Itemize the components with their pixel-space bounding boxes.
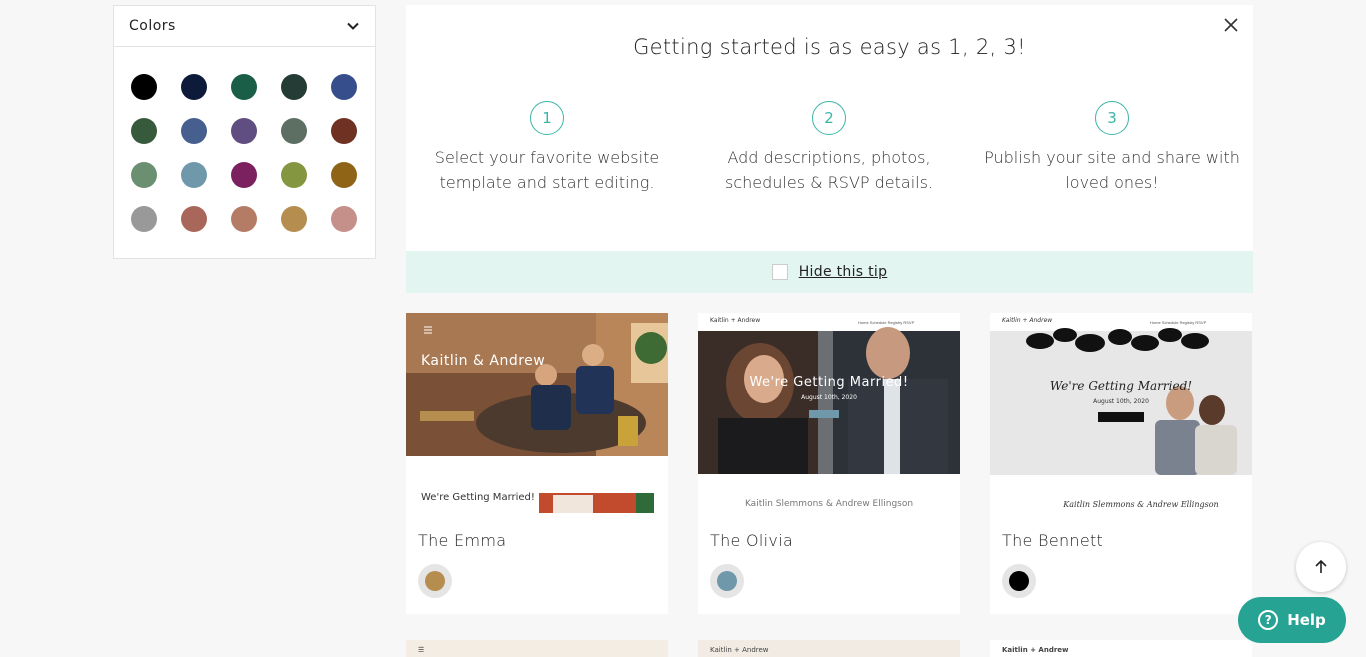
template-brand: Kaitlin + Andrew <box>1002 317 1053 324</box>
close-icon[interactable] <box>1223 17 1239 33</box>
question-icon: ? <box>1258 610 1279 630</box>
step-number: 2 <box>812 101 846 135</box>
template-name[interactable]: The Emma <box>418 531 506 550</box>
hide-tip-checkbox[interactable] <box>771 264 788 280</box>
svg-text:Home Schedule Registry RSVP: Home Schedule Registry RSVP <box>858 320 915 325</box>
hide-tip-link[interactable]: Hide this tip <box>799 264 888 280</box>
color-swatch[interactable] <box>181 74 207 100</box>
color-swatch[interactable] <box>331 74 357 100</box>
menu-icon: ☰ <box>418 646 425 654</box>
template-preview[interactable]: Home Schedule Registry RSVP Kaitlin + An… <box>990 313 1252 513</box>
step-3: 3 Publish your site and share with loved… <box>982 101 1242 195</box>
getting-started-tip: Getting started is as easy as 1, 2, 3! 1… <box>406 5 1253 293</box>
color-swatch[interactable] <box>131 74 157 100</box>
step-text-line: Publish your site and share with <box>984 148 1240 167</box>
step-text: Select your favorite website template an… <box>417 145 677 195</box>
color-swatch[interactable] <box>281 162 307 188</box>
step-number: 3 <box>1095 101 1129 135</box>
color-swatch[interactable] <box>231 118 257 144</box>
help-button[interactable]: ? Help <box>1238 597 1346 643</box>
template-card-next[interactable]: ☰ <box>406 640 668 657</box>
template-preview-header: Kaitlin + Andrew <box>990 640 1252 657</box>
template-card-bennett[interactable]: Home Schedule Registry RSVP Kaitlin + An… <box>990 313 1252 614</box>
color-swatches <box>114 47 375 232</box>
color-swatch[interactable] <box>181 206 207 232</box>
step-1: 1 Select your favorite website template … <box>417 101 677 195</box>
template-date: August 10th, 2020 <box>801 394 857 401</box>
step-text-line: loved ones! <box>1065 173 1159 192</box>
step-text-line: Select your favorite website <box>434 148 660 167</box>
color-swatch[interactable] <box>281 118 307 144</box>
template-preview[interactable]: Home Schedule Registry RSVP Kaitlin + An… <box>698 313 960 513</box>
back-to-top-button[interactable] <box>1296 542 1346 592</box>
color-swatch[interactable] <box>131 118 157 144</box>
color-swatch[interactable] <box>181 162 207 188</box>
template-color-option[interactable] <box>1002 564 1036 598</box>
template-couple-name: Kaitlin Slemmons & Andrew Ellingson <box>1063 500 1219 509</box>
template-couple-name: Kaitlin Slemmons & Andrew Ellingson <box>744 499 914 509</box>
template-preview-header: ☰ <box>406 640 668 657</box>
color-swatch[interactable] <box>331 118 357 144</box>
template-brand: Kaitlin + Andrew <box>710 317 761 324</box>
template-name[interactable]: The Bennett <box>1002 531 1103 550</box>
template-preview-image: Home Schedule Registry RSVP <box>698 313 960 513</box>
tip-title: Getting started is as easy as 1, 2, 3! <box>633 35 1026 59</box>
template-couple-name: Kaitlin & Andrew <box>421 353 546 369</box>
hide-tip-bar: Hide this tip <box>406 251 1253 293</box>
arrow-up-icon <box>1315 559 1327 573</box>
color-swatch[interactable] <box>331 206 357 232</box>
color-swatch[interactable] <box>181 118 207 144</box>
template-date: August 10th, 2020 <box>1093 398 1149 405</box>
template-headline: We're Getting Married! <box>1049 379 1193 393</box>
step-text: Add descriptions, photos, schedules & RS… <box>699 145 959 195</box>
color-swatch[interactable] <box>331 162 357 188</box>
template-card-next[interactable]: Kaitlin + Andrew <box>990 640 1252 657</box>
color-swatch[interactable] <box>131 206 157 232</box>
step-text-line: template and start editing. <box>439 173 655 192</box>
colors-filter-title: Colors <box>129 18 176 34</box>
step-text-line: Add descriptions, photos, <box>727 148 931 167</box>
color-swatch[interactable] <box>231 206 257 232</box>
template-card-emma[interactable]: Kaitlin & Andrew We're Getting Married! … <box>406 313 668 614</box>
step-text-line: schedules & RSVP details. <box>724 173 934 192</box>
template-subheading: We're Getting Married! <box>421 492 535 503</box>
template-preview-image <box>406 313 668 513</box>
chevron-down-icon <box>347 22 359 30</box>
help-label: Help <box>1287 611 1326 629</box>
template-preview-header: Kaitlin + Andrew <box>698 640 960 657</box>
colors-filter-toggle[interactable]: Colors <box>114 6 375 47</box>
template-card-olivia[interactable]: Home Schedule Registry RSVP Kaitlin + An… <box>698 313 960 614</box>
template-name[interactable]: The Olivia <box>710 531 793 550</box>
color-swatch[interactable] <box>281 74 307 100</box>
template-card-next[interactable]: Kaitlin + Andrew <box>698 640 960 657</box>
step-text: Publish your site and share with loved o… <box>982 145 1242 195</box>
color-swatch[interactable] <box>281 206 307 232</box>
color-swatch[interactable] <box>131 162 157 188</box>
svg-text:Home Schedule Registry RSVP: Home Schedule Registry RSVP <box>1150 320 1207 325</box>
step-2: 2 Add descriptions, photos, schedules & … <box>699 101 959 195</box>
colors-filter-panel: Colors <box>113 5 376 259</box>
template-preview-image: Home Schedule Registry RSVP <box>990 313 1252 513</box>
template-color-option[interactable] <box>710 564 744 598</box>
template-color-option[interactable] <box>418 564 452 598</box>
template-headline: We're Getting Married! <box>749 375 909 390</box>
color-swatch[interactable] <box>231 74 257 100</box>
template-preview[interactable]: Kaitlin & Andrew We're Getting Married! <box>406 313 668 513</box>
step-number: 1 <box>530 101 564 135</box>
color-swatch[interactable] <box>231 162 257 188</box>
